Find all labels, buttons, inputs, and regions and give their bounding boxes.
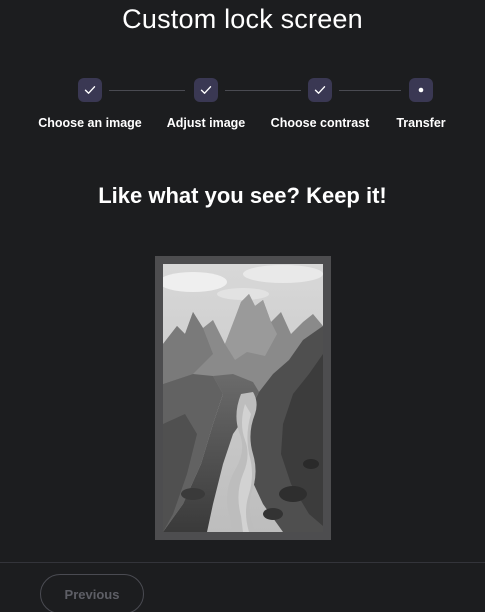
step-3-check-icon (308, 78, 332, 102)
step-connector (109, 90, 185, 91)
mountain-landscape-image (163, 264, 323, 532)
step-label-choose-image: Choose an image (38, 116, 142, 130)
lock-screen-page: Custom lock screen Choose an image Adjus… (0, 0, 485, 612)
progress-stepper: Choose an image Adjust image Choose cont… (0, 78, 485, 138)
step-1-check-icon (78, 78, 102, 102)
step-connector (225, 90, 301, 91)
step-2-check-icon (194, 78, 218, 102)
step-label-transfer: Transfer (396, 116, 446, 130)
lock-screen-preview-frame (155, 256, 331, 540)
page-title: Custom lock screen (122, 4, 363, 34)
step-connector (339, 90, 401, 91)
preview-headline: Like what you see? Keep it! (98, 183, 387, 208)
step-label-choose-contrast: Choose contrast (270, 116, 370, 130)
previous-button[interactable]: Previous (40, 574, 144, 612)
footer-divider (0, 562, 485, 563)
step-label-adjust-image: Adjust image (166, 116, 246, 130)
step-4-dot-icon (409, 78, 433, 102)
